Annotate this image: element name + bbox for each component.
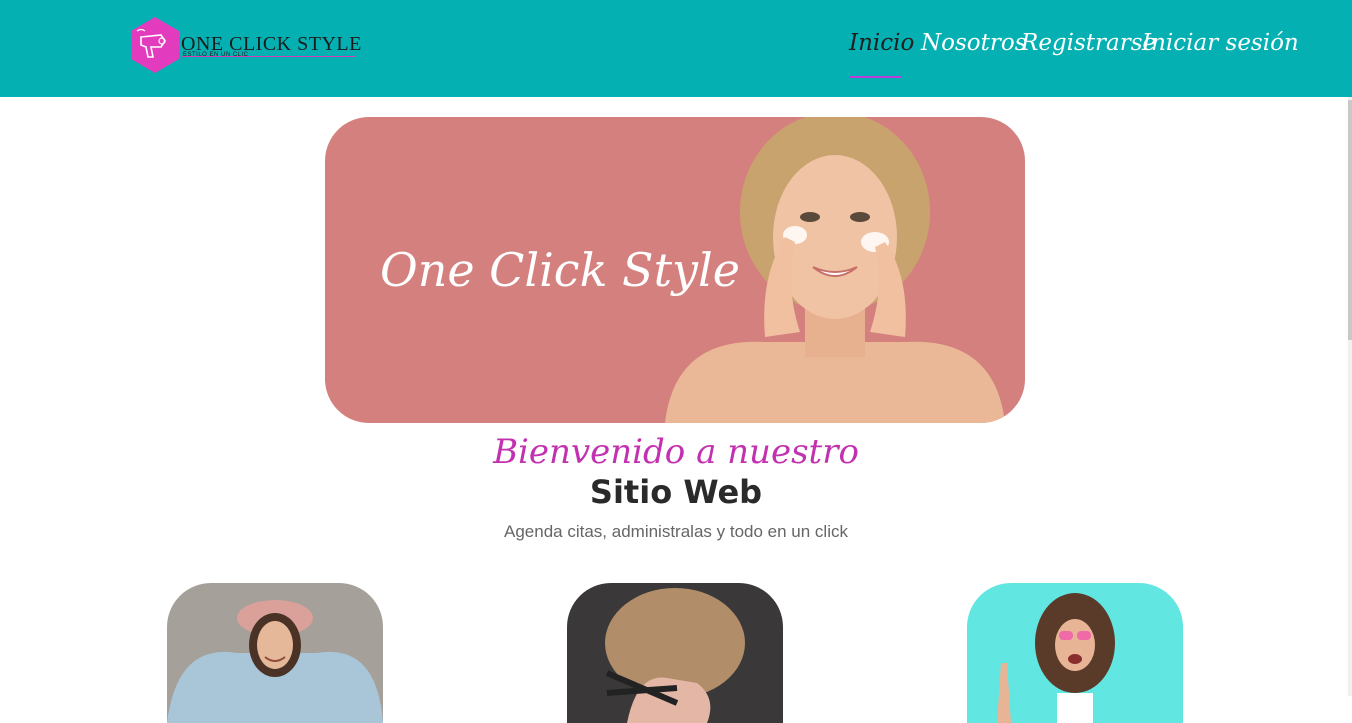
main-nav: Inicio Nosotros Registrarse Iniciar sesi…: [0, 30, 1352, 80]
nav-nosotros[interactable]: Nosotros: [921, 30, 1027, 56]
page-scrollbar-thumb[interactable]: [1348, 100, 1352, 340]
welcome-heading: Bienvenido a nuestro: [493, 432, 859, 472]
woman-face-photo: [665, 117, 1005, 423]
card-image-2[interactable]: [567, 583, 783, 723]
hero-banner: One Click Style: [325, 117, 1025, 423]
woman-with-hat-photo: [167, 583, 383, 723]
nav-inicio[interactable]: Inicio: [849, 30, 914, 56]
haircut-scissors-photo: [567, 583, 783, 723]
card-image-3[interactable]: [967, 583, 1183, 723]
card-image-1[interactable]: [167, 583, 383, 723]
nav-registrarse[interactable]: Registrarse: [1021, 30, 1156, 56]
nav-active-indicator: [849, 76, 901, 78]
site-title: Sitio Web: [589, 473, 763, 511]
top-header: ONE CLICK STYLE ESTILO EN UN CLIC Inicio…: [0, 0, 1352, 97]
welcome-subtitle: Agenda citas, administralas y todo en un…: [504, 522, 848, 541]
nav-iniciar-sesion[interactable]: Iniciar sesión: [1142, 30, 1299, 56]
curly-hair-woman-photo: [967, 583, 1183, 723]
